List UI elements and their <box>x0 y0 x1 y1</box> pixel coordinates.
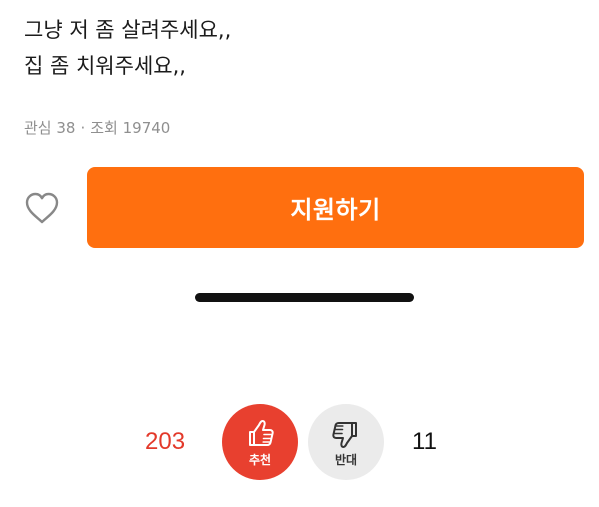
thumbs-down-icon <box>332 422 357 448</box>
downvote-button[interactable]: 반대 <box>308 404 384 480</box>
downvote-count: 11 <box>412 428 437 455</box>
view-count: 조회 19740 <box>90 119 171 137</box>
post-text-line: 그냥 저 좀 살려주세요,, <box>24 18 232 42</box>
post-stats: 관심 38 · 조회 19740 <box>24 117 170 138</box>
post-text-line: 집 좀 치워주세요,, <box>24 54 186 78</box>
home-indicator <box>195 293 414 302</box>
upvote-button[interactable]: 추천 <box>222 404 298 480</box>
downvote-label: 반대 <box>334 453 358 467</box>
apply-button-label: 지원하기 <box>290 196 381 224</box>
upvote-count: 203 <box>145 428 186 455</box>
stats-separator: · <box>80 119 86 137</box>
post-body: 그냥 저 좀 살려주세요,, 집 좀 치워주세요,, <box>24 12 584 84</box>
heart-icon[interactable] <box>23 190 61 226</box>
apply-button[interactable]: 지원하기 <box>87 167 584 248</box>
upvote-label: 추천 <box>248 453 272 467</box>
thumbs-up-icon <box>249 420 274 446</box>
interest-count: 관심 38 <box>24 119 76 137</box>
